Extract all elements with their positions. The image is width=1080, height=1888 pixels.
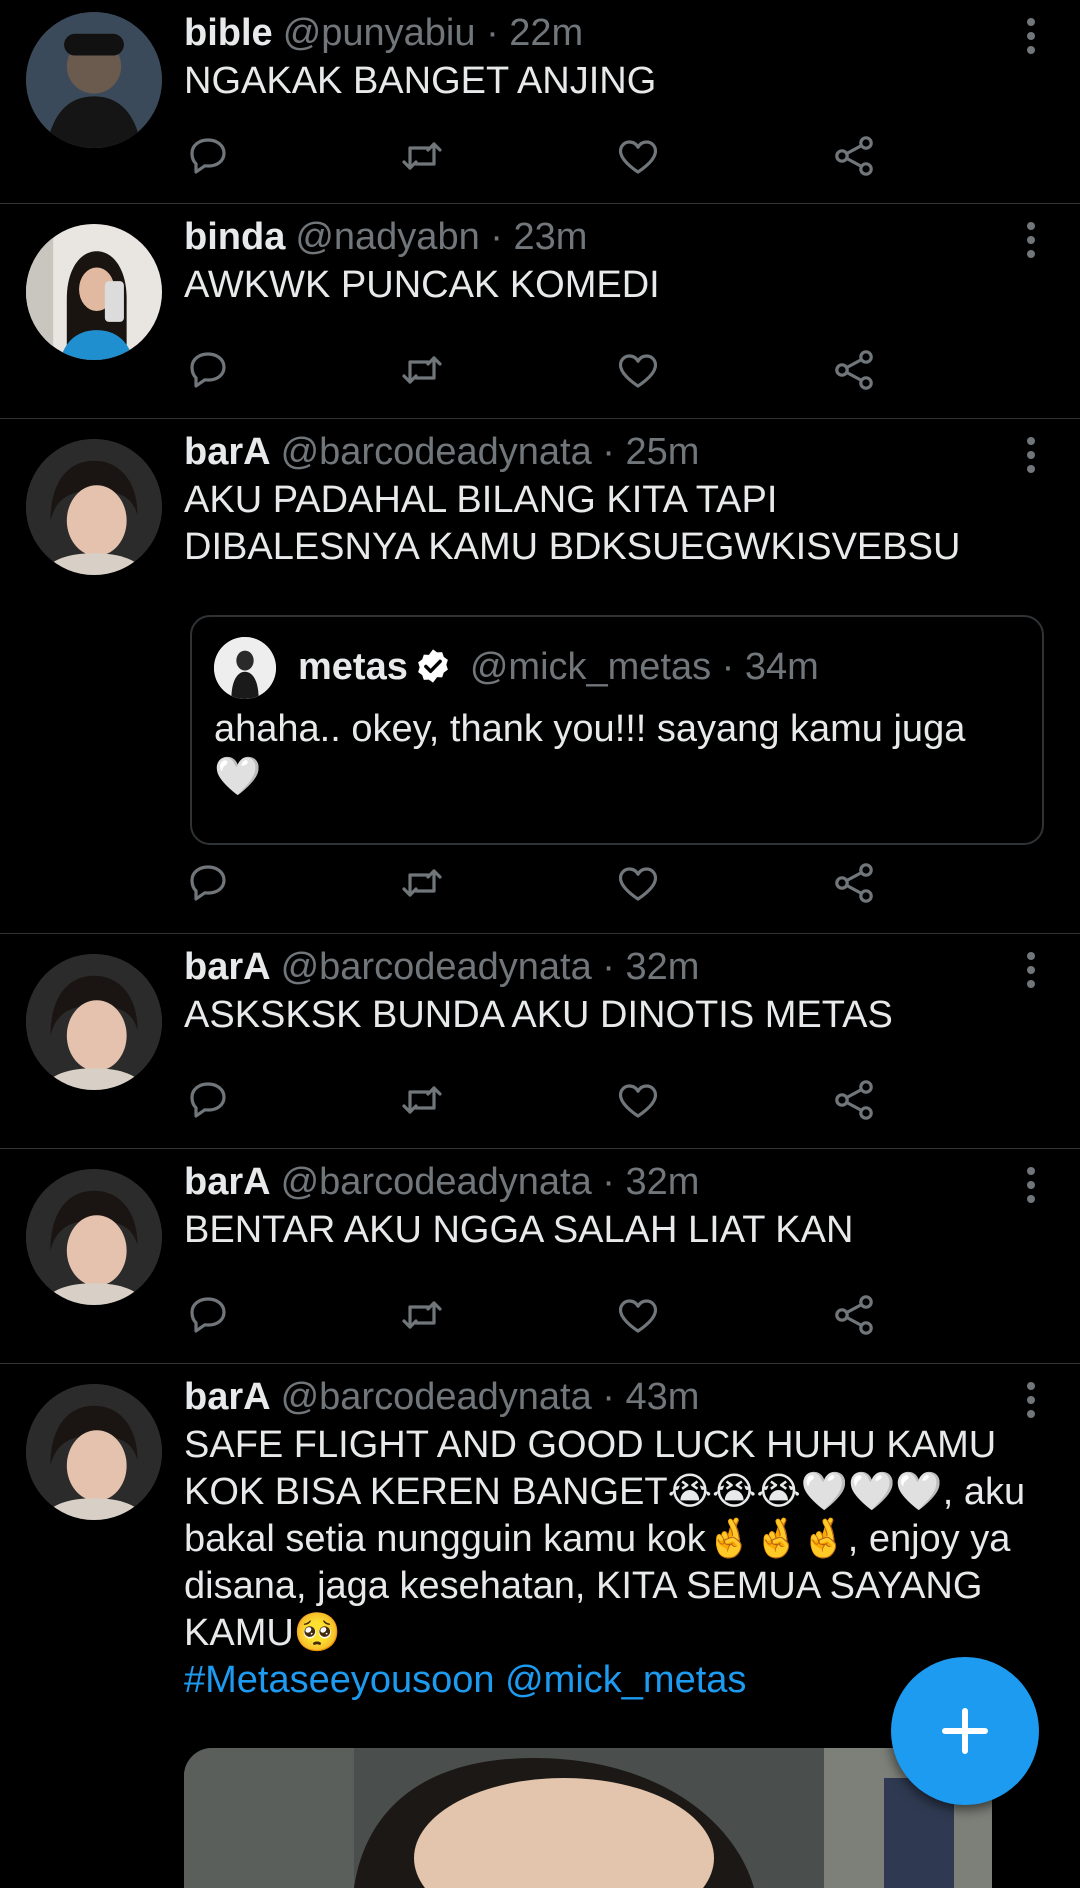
avatar[interactable] [26, 12, 162, 148]
author-handle-time: @barcodeadynata · 25m [280, 431, 700, 473]
share-icon[interactable] [830, 859, 886, 915]
compose-button[interactable] [891, 1657, 1039, 1805]
tweet[interactable]: barA @barcodeadynata · 32m BENTAR AKU NGG… [0, 1149, 1080, 1364]
tweet-text: NGAKAK BANGET ANJING [184, 60, 657, 102]
more-vertical-icon[interactable] [1016, 948, 1046, 988]
share-icon[interactable] [830, 346, 886, 402]
avatar[interactable] [26, 439, 162, 575]
more-vertical-icon[interactable] [1016, 1163, 1046, 1203]
tweet[interactable]: barA @barcodeadynata · 32m ASKSKSK BUNDA … [0, 934, 1080, 1149]
tweet[interactable]: bible @punyabiu · 22m NGAKAK BANGET ANJIN… [0, 0, 1080, 204]
reply-icon[interactable] [184, 346, 240, 402]
quoted-tweet-text: ahaha.. okey, thank you!!! sayang kamu j… [214, 708, 966, 798]
retweet-icon[interactable] [398, 859, 454, 915]
author-handle-time: @barcodeadynata · 32m [280, 946, 700, 988]
author-name[interactable]: bible [184, 12, 273, 54]
avatar[interactable] [26, 954, 162, 1090]
heart-icon[interactable] [614, 859, 670, 915]
tweet-text: BENTAR AKU NGGA SALAH LIAT KAN [184, 1209, 854, 1251]
retweet-icon[interactable] [398, 346, 454, 402]
tweet-text: ASKSKSK BUNDA AKU DINOTIS METAS [184, 994, 893, 1036]
heart-icon[interactable] [614, 1291, 670, 1347]
author-handle-time: @punyabiu · 22m [282, 12, 584, 54]
quoted-author-name: metas [298, 646, 408, 688]
share-icon[interactable] [830, 1076, 886, 1132]
more-vertical-icon[interactable] [1016, 218, 1046, 258]
author-handle-time: @barcodeadynata · 32m [280, 1161, 700, 1203]
reply-icon[interactable] [184, 1076, 240, 1132]
tweet[interactable]: barA @barcodeadynata · 25m AKU PADAHAL BI… [0, 419, 1080, 934]
author-name[interactable]: barA [184, 431, 271, 473]
tweet[interactable]: binda @nadyabn · 23m AWKWK PUNCAK KOMEDI [0, 204, 1080, 419]
retweet-icon[interactable] [398, 1291, 454, 1347]
avatar [214, 637, 276, 699]
avatar[interactable] [26, 1384, 162, 1520]
retweet-icon[interactable] [398, 1076, 454, 1132]
author-handle-time: @nadyabn · 23m [295, 216, 588, 258]
reply-icon[interactable] [184, 132, 240, 188]
tweet-text: AKU PADAHAL BILANG KITA TAPI DIBALESNYA … [184, 479, 961, 568]
more-vertical-icon[interactable] [1016, 1378, 1046, 1418]
heart-icon[interactable] [614, 132, 670, 188]
retweet-icon[interactable] [398, 132, 454, 188]
avatar[interactable] [26, 1169, 162, 1305]
author-name[interactable]: barA [184, 946, 271, 988]
tweet-text: SAFE FLIGHT AND GOOD LUCK HUHU KAMU KOK … [184, 1424, 1026, 1654]
author-name[interactable]: barA [184, 1161, 271, 1203]
plus-icon [942, 1708, 988, 1754]
quoted-author-handle-time: @mick_metas · 34m [469, 646, 819, 688]
heart-icon[interactable] [614, 346, 670, 402]
share-icon[interactable] [830, 1291, 886, 1347]
reply-icon[interactable] [184, 859, 240, 915]
heart-icon[interactable] [614, 1076, 670, 1132]
more-vertical-icon[interactable] [1016, 14, 1046, 54]
more-vertical-icon[interactable] [1016, 433, 1046, 473]
tweet-text: AWKWK PUNCAK KOMEDI [184, 264, 660, 306]
author-handle-time: @barcodeadynata · 43m [280, 1376, 700, 1418]
tweet-media-image[interactable] [184, 1748, 992, 1888]
share-icon[interactable] [830, 132, 886, 188]
author-name[interactable]: binda [184, 216, 285, 258]
avatar[interactable] [26, 224, 162, 360]
quoted-tweet[interactable]: metas @mick_metas · 34m ahaha.. okey, tha… [190, 615, 1044, 845]
author-name[interactable]: barA [184, 1376, 271, 1418]
verified-badge-icon [417, 649, 448, 683]
reply-icon[interactable] [184, 1291, 240, 1347]
